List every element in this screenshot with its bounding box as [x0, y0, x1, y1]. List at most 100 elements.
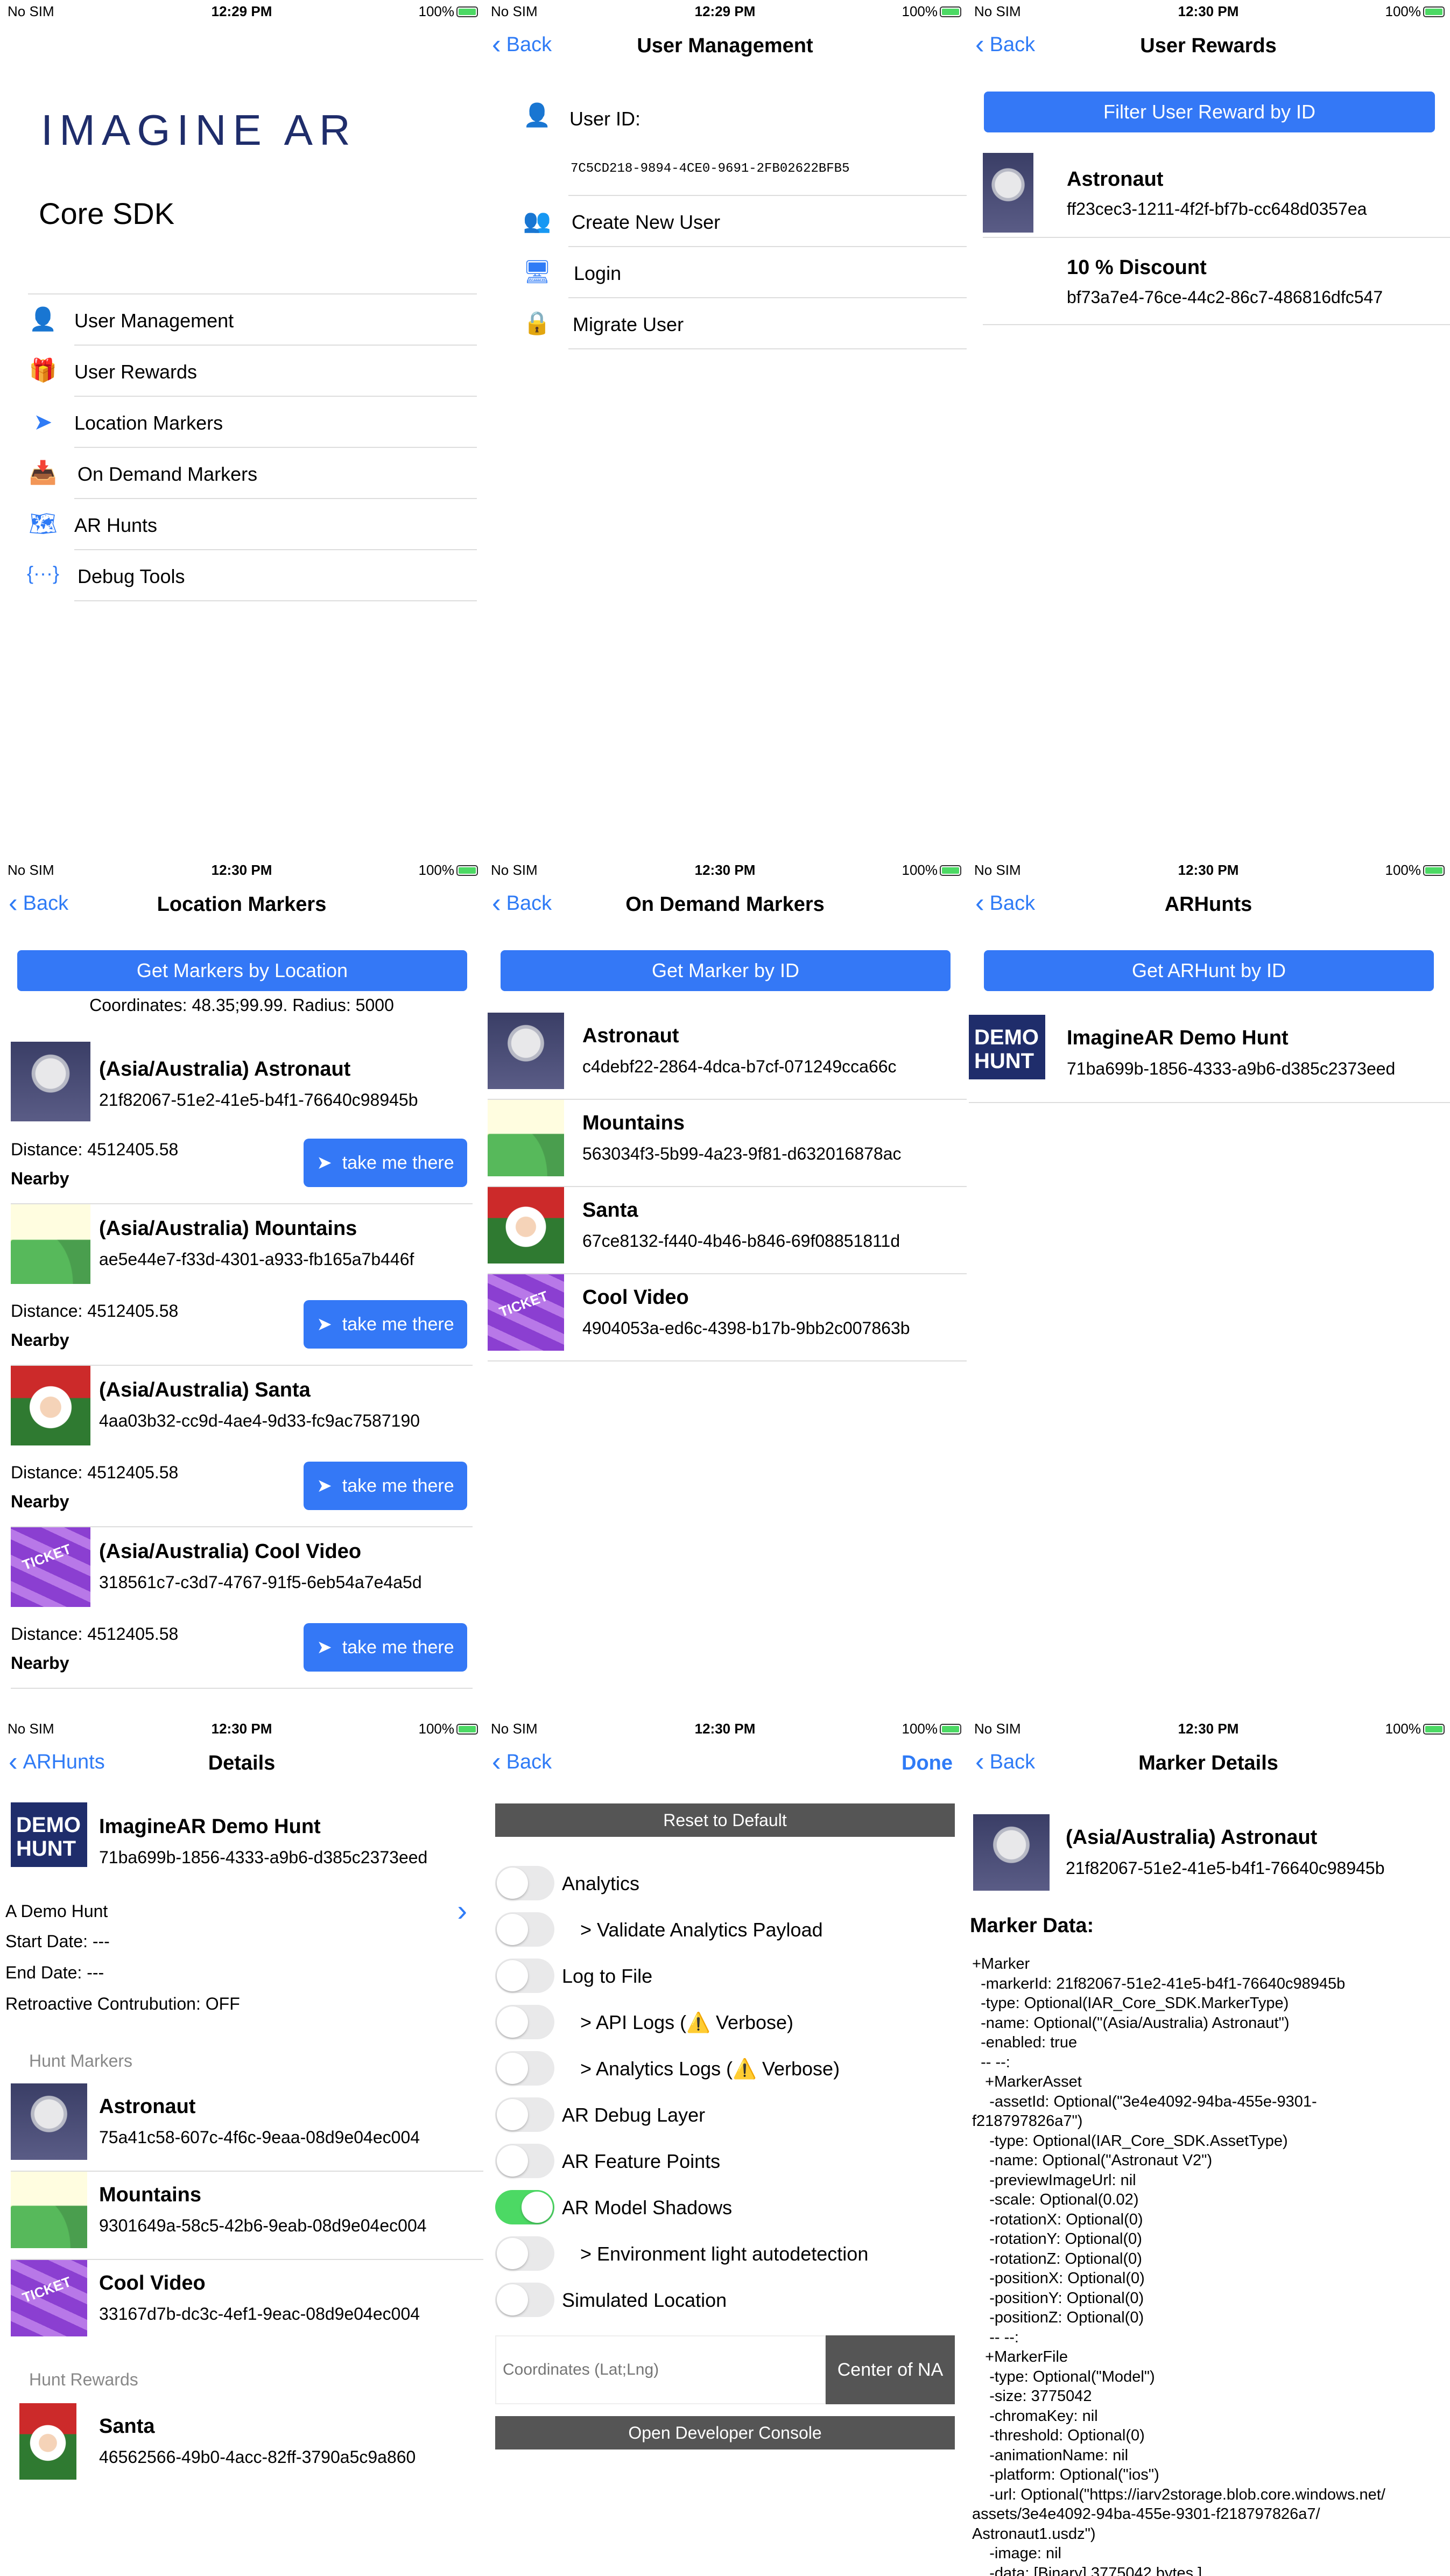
toggle-switch[interactable] — [495, 1866, 554, 1900]
curly-braces-icon: {···} — [27, 562, 60, 584]
navigation-arrow-icon: ➤ — [316, 1637, 332, 1658]
marker-row[interactable]: TICKET Cool Video 4904053a-ed6c-4398-b17… — [483, 1274, 967, 1360]
status-bar: No SIM 12:30 PM 100% — [967, 859, 1450, 880]
coordinates-input[interactable] — [495, 2335, 826, 2404]
nav-title: Details — [208, 1752, 276, 1774]
marker-data-line: -url: Optional("https://iarv2storage.blo… — [972, 2486, 1385, 2503]
section-header-hunt-rewards: Hunt Rewards — [29, 2370, 138, 2389]
marker-row[interactable]: (Asia/Australia) Astronaut 21f82067-51e2… — [0, 1042, 483, 1203]
marker-data-line: -animationName: nil — [972, 2446, 1129, 2464]
santa-thumbnail — [11, 1366, 90, 1445]
battery-indicator: 100% — [1385, 862, 1445, 879]
migrate-user-button[interactable]: 🔒 Migrate User — [483, 298, 967, 349]
menu-item-debug-tools[interactable]: {···} Debug Tools — [0, 550, 483, 601]
app-logo: IMAGINE AR — [41, 106, 357, 154]
open-developer-console-button[interactable]: Open Developer Console — [495, 2416, 955, 2449]
marker-row[interactable]: TICKET (Asia/Australia) Cool Video 31856… — [0, 1527, 483, 1688]
hunt-marker-row[interactable]: Astronaut 75a41c58-607c-4f6c-9eaa-08d9e0… — [0, 2083, 483, 2171]
login-button[interactable]: 🖥 Login — [483, 247, 967, 298]
astronaut-thumbnail — [983, 153, 1033, 233]
user-id-value: 7C5CD218-9894-4CE0-9691-2FB02622BFB5 — [571, 162, 850, 176]
marker-data-line: -positionZ: Optional(0) — [972, 2309, 1144, 2326]
take-me-there-button[interactable]: ➤ take me there — [304, 1139, 467, 1187]
marker-row[interactable]: (Asia/Australia) Mountains ae5e44e7-f33d… — [0, 1204, 483, 1365]
take-me-there-button[interactable]: ➤ take me there — [304, 1300, 467, 1349]
back-button[interactable]: ‹ Back — [492, 1748, 552, 1775]
toggle-switch[interactable] — [495, 1912, 554, 1947]
clock: 12:30 PM — [694, 862, 756, 878]
nav-title: On Demand Markers — [625, 893, 825, 916]
reward-row[interactable]: 10 % Discount bf73a7e4-76ce-44c2-86c7-48… — [967, 238, 1450, 324]
toggle-row-ar-model-shadows[interactable]: AR Model Shadows — [483, 2185, 967, 2231]
person-icon: 👤 — [29, 306, 58, 332]
reward-row[interactable]: Astronaut ff23cec3-1211-4f2f-bf7b-cc648d… — [967, 150, 1450, 236]
toggle-switch[interactable] — [495, 2144, 554, 2178]
marker-data-line: -threshold: Optional(0) — [972, 2427, 1145, 2444]
marker-data-line: -assetId: Optional("3e4e4092-94ba-455e-9… — [972, 2093, 1317, 2110]
toggle-switch[interactable] — [495, 2190, 554, 2224]
screen-ar-hunts: No SIM 12:30 PM 100% ‹ Back ARHunts Get A… — [967, 859, 1450, 1717]
get-marker-by-id-button[interactable]: Get Marker by ID — [501, 950, 951, 991]
toggle-row-analytics[interactable]: Analytics — [483, 1861, 967, 1907]
toggle-row-ar-debug-layer[interactable]: AR Debug Layer — [483, 2092, 967, 2138]
marker-data-header: Marker Data: — [970, 1914, 1094, 1937]
marker-row[interactable]: Santa 67ce8132-f440-4b46-b846-69f0885181… — [483, 1187, 967, 1273]
page-title: Core SDK — [39, 196, 175, 230]
menu-item-user-rewards[interactable]: 🎁 User Rewards — [0, 346, 483, 396]
hunt-marker-row[interactable]: TICKET Cool Video 33167d7b-dc3c-4ef1-9ea… — [0, 2260, 483, 2347]
battery-indicator: 100% — [419, 862, 478, 879]
create-user-button[interactable]: 👥 Create New User — [483, 196, 967, 247]
toggle-switch[interactable] — [495, 2236, 554, 2271]
reset-to-default-button[interactable]: Reset to Default — [495, 1803, 955, 1837]
toggle-row-api-logs[interactable]: > API Logs (⚠️ Verbose) — [483, 1999, 967, 2046]
battery-icon — [940, 865, 961, 876]
menu-item-user-management[interactable]: 👤 User Management — [0, 294, 483, 345]
toggle-switch[interactable] — [495, 2051, 554, 2086]
clock: 12:30 PM — [694, 1721, 756, 1737]
screen-marker-details: No SIM 12:30 PM 100% ‹ Back Marker Detail… — [967, 1717, 1450, 2576]
status-bar: No SIM 12:29 PM 100% — [483, 0, 967, 22]
toggle-row-ar-feature-points[interactable]: AR Feature Points — [483, 2138, 967, 2185]
toggle-switch[interactable] — [495, 2097, 554, 2132]
center-of-na-button[interactable]: Center of NA — [826, 2335, 955, 2404]
get-arhunt-by-id-button[interactable]: Get ARHunt by ID — [984, 950, 1434, 991]
get-markers-by-location-button[interactable]: Get Markers by Location — [17, 950, 467, 991]
toggle-switch[interactable] — [495, 2005, 554, 2039]
hunt-marker-row[interactable]: Mountains 9301649a-58c5-42b6-9eab-08d9e0… — [0, 2172, 483, 2259]
toggle-row-log-to-file[interactable]: Log to File — [483, 1953, 967, 1999]
marker-row[interactable]: Mountains 563034f3-5b99-4a23-9f81-d63201… — [483, 1100, 967, 1186]
hunt-row[interactable]: DEMO HUNT ImagineAR Demo Hunt 71ba699b-18… — [967, 1015, 1450, 1101]
menu-item-ar-hunts[interactable]: 🗺 AR Hunts — [0, 499, 483, 550]
hunt-reward-row[interactable]: Santa 46562566-49b0-4acc-82ff-3790a5c9a8… — [0, 2403, 483, 2490]
toggle-switch[interactable] — [495, 2283, 554, 2317]
menu-item-location-markers[interactable]: ➤ Location Markers — [0, 397, 483, 447]
toggle-row-simulated-location[interactable]: Simulated Location — [483, 2277, 967, 2324]
hunt-description-row[interactable]: A Demo Hunt › — [0, 1893, 483, 1927]
take-me-there-button[interactable]: ➤ take me there — [304, 1462, 467, 1510]
done-button[interactable]: Done — [902, 1752, 953, 1775]
status-bar: No SIM 12:30 PM 100% — [0, 1717, 483, 1739]
mountains-thumbnail — [11, 2172, 87, 2248]
marker-data-line: -- --: — [972, 2053, 1010, 2071]
marker-row[interactable]: (Asia/Australia) Santa 4aa03b32-cc9d-4ae… — [0, 1366, 483, 1526]
toggle-row-validate-payload[interactable]: > Validate Analytics Payload — [483, 1907, 967, 1953]
screen-location-markers: No SIM 12:30 PM 100% ‹ Back Location Mark… — [0, 859, 483, 1717]
filter-reward-button[interactable]: Filter User Reward by ID — [984, 92, 1435, 132]
battery-icon — [456, 865, 478, 876]
end-date: End Date: --- — [5, 1963, 104, 1982]
take-me-there-button[interactable]: ➤ take me there — [304, 1623, 467, 1672]
astronaut-thumbnail — [488, 1013, 564, 1089]
nav-bar: ‹ Back User Management — [483, 22, 967, 75]
toggle-row-environment-light[interactable]: > Environment light autodetection — [483, 2231, 967, 2277]
menu-item-on-demand-markers[interactable]: 📥 On Demand Markers — [0, 448, 483, 499]
section-header-hunt-markers: Hunt Markers — [29, 2051, 133, 2070]
marker-data-line: -image: nil — [972, 2545, 1061, 2562]
nav-bar: ‹ Back User Rewards — [967, 22, 1450, 75]
toggle-switch[interactable] — [495, 1959, 554, 1993]
marker-row[interactable]: Astronaut c4debf22-2864-4dca-b7cf-071249… — [483, 1013, 967, 1099]
screenshot-grid: No SIM 12:29 PM 100% IMAGINE AR Core SDK… — [0, 0, 1450, 2576]
marker-data-line: -markerId: 21f82067-51e2-41e5-b4f1-76640… — [972, 1975, 1346, 1992]
nav-bar: ‹ ARHunts Details — [0, 1739, 483, 1793]
nav-bar: ‹ Back Location Markers — [0, 880, 483, 934]
toggle-row-analytics-logs[interactable]: > Analytics Logs (⚠️ Verbose) — [483, 2046, 967, 2092]
